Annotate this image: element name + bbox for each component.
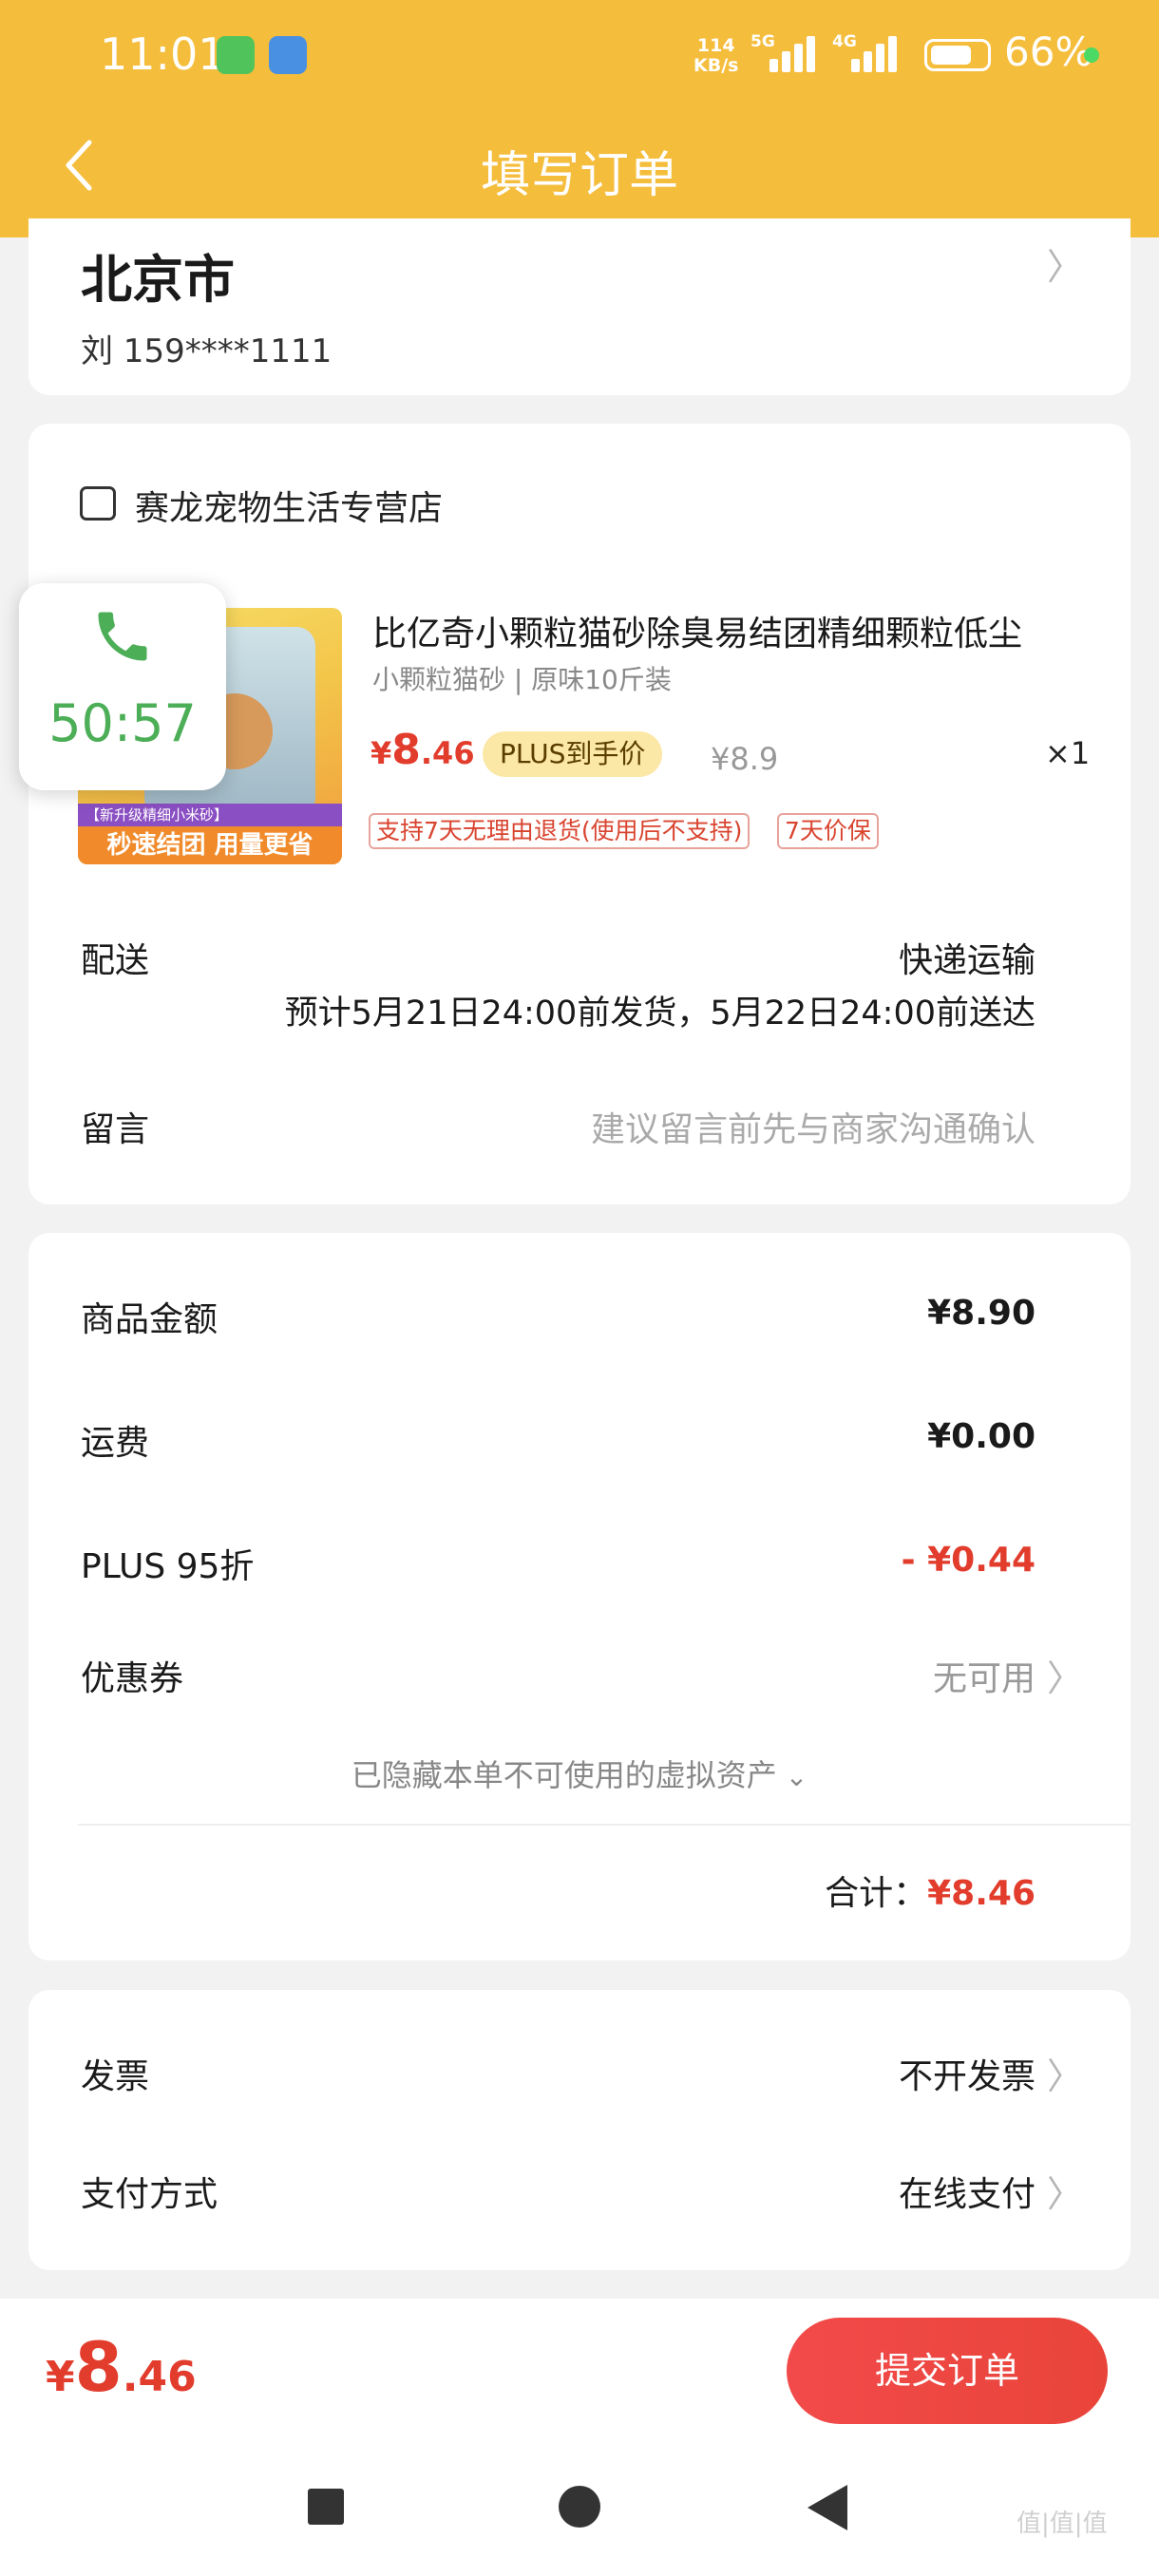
- signal-icon: [770, 34, 826, 72]
- call-overlay[interactable]: 50:57: [19, 583, 226, 790]
- message-label: 留言: [81, 1110, 150, 1149]
- coupon-label: 优惠券: [81, 1659, 184, 1698]
- chevron-right-icon[interactable]: 〉: [1047, 2047, 1083, 2099]
- signal-icon-2: [851, 34, 908, 72]
- system-nav-bar: [0, 2441, 1159, 2576]
- recent-apps-icon[interactable]: [308, 2489, 344, 2525]
- phone-icon: [98, 612, 147, 661]
- shop-icon: [80, 486, 116, 521]
- chevron-right-icon[interactable]: 〉: [1047, 1649, 1083, 1701]
- address-card[interactable]: 北京市 刘 159****1111 〉: [28, 218, 1130, 395]
- goods-amount-label: 商品金额: [81, 1300, 218, 1339]
- divider: [78, 1824, 1130, 1826]
- product-spec: 小颗粒猫砂 | 原味10斤装: [372, 664, 672, 695]
- delivery-method[interactable]: 快递运输: [899, 933, 1036, 982]
- product-title[interactable]: 比亿奇小颗粒猫砂除臭易结团精细颗粒低尘: [372, 606, 1113, 655]
- call-timer: 50:57: [48, 693, 197, 753]
- delivery-estimate: 预计5月21日24:00前发货，5月22日24:00前送达: [284, 994, 1036, 1032]
- subtotal: 合计：¥8.46: [825, 1874, 1036, 1913]
- page-title: 填写订单: [480, 147, 678, 204]
- header-bar: 11:01 114 KB/s 5G 4G 66% 填写订单: [0, 0, 1159, 237]
- home-icon[interactable]: [559, 2486, 600, 2528]
- hidden-assets-toggle[interactable]: 已隐藏本单不可使用的虚拟资产 ⌄: [28, 1752, 1130, 1795]
- payment-method-label: 支付方式: [81, 2175, 218, 2214]
- original-price: ¥8.9: [711, 741, 779, 777]
- plus-price-tag: PLUS到手价: [483, 731, 663, 777]
- battery-percent: 66%: [1004, 28, 1093, 75]
- watermark: 值|值|值: [1016, 2510, 1108, 2538]
- address-contact: 刘 159****1111: [81, 332, 332, 370]
- message-input[interactable]: 建议留言前先与商家沟通确认: [591, 1102, 1036, 1151]
- product-quantity: ×1: [1045, 735, 1091, 771]
- back-icon[interactable]: [808, 2485, 847, 2530]
- submit-order-button[interactable]: 提交订单: [787, 2318, 1108, 2424]
- address-city: 北京市: [81, 250, 235, 310]
- plus-discount-label: PLUS 95折: [81, 1547, 255, 1586]
- footer-total-price: ¥8.46: [46, 2327, 197, 2407]
- plus-discount-value: - ¥0.44: [901, 1541, 1036, 1580]
- chevron-right-icon[interactable]: 〉: [1047, 2165, 1083, 2217]
- shipping-value: ¥0.00: [927, 1417, 1036, 1456]
- service-tag-return: 支持7天无理由退货(使用后不支持): [369, 813, 750, 849]
- chevron-right-icon: 〉: [1046, 246, 1083, 288]
- invoice-label: 发票: [81, 2057, 150, 2096]
- submit-bar: ¥8.46 提交订单: [0, 2299, 1159, 2441]
- shop-name[interactable]: 赛龙宠物生活专营店: [135, 481, 443, 530]
- app-notification-icon: [269, 36, 307, 74]
- network-speed: 114 KB/s: [694, 35, 739, 76]
- status-time: 11:01: [100, 28, 226, 80]
- chevron-down-icon: ⌄: [776, 1761, 808, 1792]
- shop-card: 赛龙宠物生活专营店 【新升级精细小米砂】 秒速结团 用量更省 比亿奇小颗粒猫砂除…: [28, 424, 1130, 1204]
- fee-card: 商品金额 ¥8.90 运费 ¥0.00 PLUS 95折 - ¥0.44 优惠券…: [28, 1233, 1130, 1960]
- service-tag-price-protect: 7天价保: [777, 813, 879, 849]
- payment-method-value[interactable]: 在线支付: [899, 2167, 1036, 2216]
- product-price: ¥8.46: [370, 726, 475, 774]
- goods-amount-value: ¥8.90: [927, 1294, 1036, 1333]
- status-dot-icon: [1084, 47, 1099, 63]
- shipping-label: 运费: [81, 1424, 150, 1463]
- invoice-value[interactable]: 不开发票: [899, 2049, 1036, 2098]
- wechat-notification-icon: [217, 36, 255, 74]
- status-bar: 11:01 114 KB/s 5G 4G 66%: [0, 0, 1159, 114]
- coupon-value[interactable]: 无可用: [933, 1651, 1036, 1700]
- invoice-payment-card: 发票 不开发票 〉 支付方式 在线支付 〉: [28, 1990, 1130, 2270]
- delivery-label: 配送: [81, 941, 150, 980]
- battery-icon: [924, 39, 991, 71]
